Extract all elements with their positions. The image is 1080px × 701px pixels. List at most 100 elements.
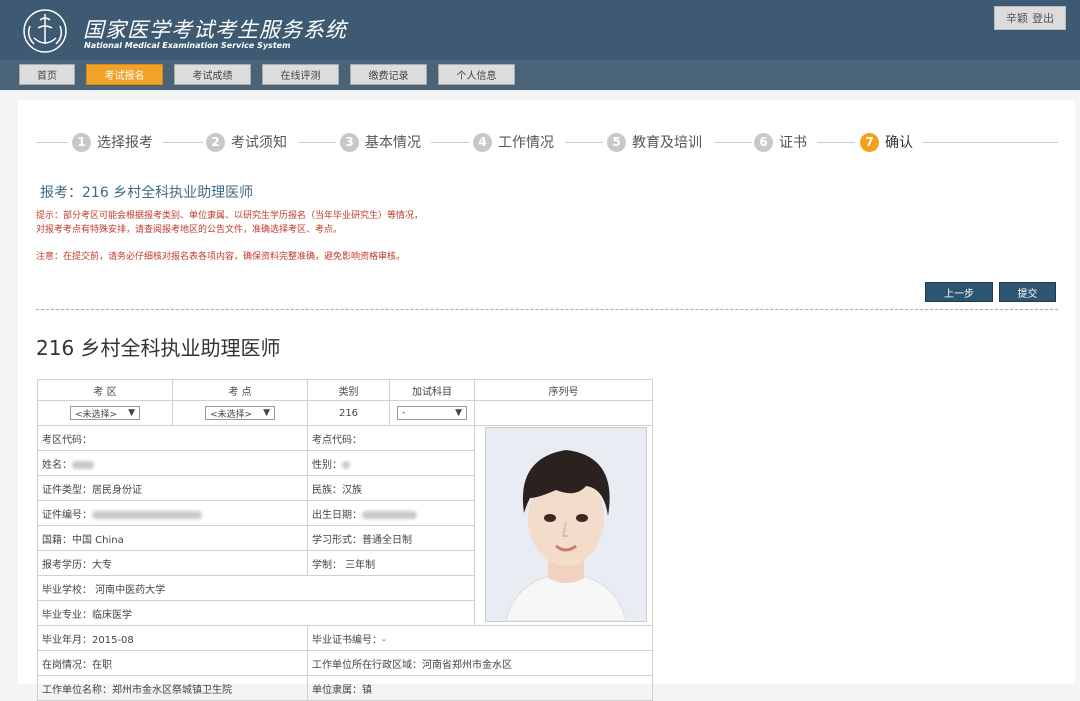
- name-field: 姓名：: [37, 450, 308, 476]
- extra-subject-value: -: [402, 408, 406, 418]
- birth-label: 出生日期：: [312, 509, 362, 521]
- id-type: 证件类型：居民身份证: [37, 475, 308, 501]
- exam-area-value: <未选择>: [75, 409, 118, 420]
- graduate-major: 毕业专业：临床医学: [37, 600, 475, 626]
- birth-field: 出生日期：: [307, 500, 475, 526]
- exam-heading: 报考：216 乡村全科执业助理医师: [40, 185, 254, 201]
- work-region: 工作单位所在行政区域：河南省郑州市金水区: [307, 650, 653, 676]
- applicant-photo: [485, 427, 647, 622]
- user-name: 辛颖: [1006, 12, 1028, 25]
- chevron-down-icon: ▼: [455, 408, 462, 418]
- exam-site-select[interactable]: <未选择> ▼: [205, 406, 275, 420]
- step-number: 1: [72, 132, 91, 152]
- id-number-field: 证件编号：: [37, 500, 308, 526]
- step-number: 5: [607, 132, 626, 152]
- step-connector: [714, 142, 752, 143]
- logo-icon: [23, 9, 67, 53]
- employer-name: 工作单位名称：郑州市金水区祭城镇卫生院: [37, 675, 308, 701]
- school-length: 学制： 三年制: [307, 550, 475, 576]
- nav-exam-scores[interactable]: 考试成绩: [174, 64, 251, 85]
- step-1: 1 选择报考: [72, 132, 153, 152]
- main-nav: 首页 考试报名 考试成绩 在线评测 缴费记录 个人信息: [0, 60, 1080, 90]
- tip-line-2: 对报考考点有特殊安排，请查阅报考地区的公告文件，准确选择考区、考点。: [36, 225, 343, 235]
- serial-number-value: [474, 400, 653, 426]
- step-connector: [922, 142, 1058, 143]
- portrait-image: [486, 428, 646, 621]
- step-connector: [565, 142, 603, 143]
- study-form: 学习形式：普通全日制: [307, 525, 475, 551]
- chevron-down-icon: ▼: [128, 408, 135, 418]
- step-connector: [163, 142, 203, 143]
- exam-area-select[interactable]: <未选择> ▼: [70, 406, 140, 420]
- redacted-gender: [342, 460, 350, 469]
- logout-label: 登出: [1032, 12, 1054, 25]
- exam-area-cell: <未选择> ▼: [37, 400, 173, 426]
- gender-label: 性别：: [312, 459, 342, 471]
- step-6: 6 证书: [754, 132, 807, 152]
- site-code: 考点代码：: [307, 425, 475, 451]
- step-label: 选择报考: [97, 135, 153, 151]
- nav-payment-records[interactable]: 缴费记录: [350, 64, 427, 85]
- step-connector: [36, 142, 68, 143]
- step-label: 证书: [779, 135, 807, 151]
- step-7: 7 确认: [860, 132, 913, 152]
- step-4: 4 工作情况: [473, 132, 554, 152]
- header-serial-number: 序列号: [474, 379, 653, 401]
- header-extra-subject: 加试科目: [389, 379, 475, 401]
- id-number-label: 证件编号：: [42, 509, 92, 521]
- graduation-date: 毕业年月：2015-08: [37, 625, 308, 651]
- area-code: 考区代码：: [37, 425, 308, 451]
- page-title: 216 乡村全科执业助理医师: [36, 336, 281, 360]
- site-subtitle: National Medical Examination Service Sys…: [84, 41, 291, 50]
- extra-subject-cell: - ▼: [389, 400, 475, 426]
- header-category: 类别: [307, 379, 390, 401]
- site-title: 国家医学考试考生服务系统: [83, 18, 347, 42]
- header-exam-site: 考 点: [172, 379, 308, 401]
- step-label: 确认: [885, 135, 913, 151]
- divider: [36, 309, 1058, 310]
- notice-line: 注意：在提交前，请务必仔细核对报名表各项内容，确保资料完整准确，避免影响资格审核…: [36, 252, 406, 262]
- step-connector: [817, 142, 855, 143]
- prev-button[interactable]: 上一步: [925, 282, 993, 302]
- nav-home[interactable]: 首页: [19, 64, 75, 85]
- employer-affiliation: 单位隶属：镇: [307, 675, 653, 701]
- category-value: 216: [307, 400, 390, 426]
- post-status: 在岗情况：在职: [37, 650, 308, 676]
- step-number: 7: [860, 132, 879, 152]
- step-connector: [298, 142, 336, 143]
- step-label: 教育及培训: [632, 135, 702, 151]
- extra-subject-select[interactable]: - ▼: [397, 406, 467, 420]
- education-level: 报考学历：大专: [37, 550, 308, 576]
- certificate-number: 毕业证书编号：-: [307, 625, 653, 651]
- step-3: 3 基本情况: [340, 132, 421, 152]
- step-number: 4: [473, 132, 492, 152]
- step-connector: [431, 142, 469, 143]
- header-exam-area: 考 区: [37, 379, 173, 401]
- redacted-id-number: [92, 510, 202, 519]
- logout-button[interactable]: 辛颖 登出: [994, 6, 1066, 30]
- nav-exam-registration[interactable]: 考试报名: [86, 64, 163, 85]
- chevron-down-icon: ▼: [263, 408, 270, 418]
- step-label: 考试须知: [231, 135, 287, 151]
- progress-steps: 1 选择报考 2 考试须知 3 基本情况 4 工作情况 5 教育及培训 6 证书 7 确认: [18, 130, 1075, 154]
- ethnicity: 民族：汉族: [307, 475, 475, 501]
- graduate-school: 毕业学校： 河南中医药大学: [37, 575, 475, 601]
- step-number: 6: [754, 132, 773, 152]
- redacted-name: [72, 460, 94, 469]
- submit-button[interactable]: 提交: [999, 282, 1056, 302]
- step-number: 3: [340, 132, 359, 152]
- exam-site-value: <未选择>: [210, 409, 253, 420]
- exam-site-cell: <未选择> ▼: [172, 400, 308, 426]
- redacted-birth: [362, 510, 417, 519]
- nav-online-assessment[interactable]: 在线评测: [262, 64, 339, 85]
- header-bar: 国家医学考试考生服务系统 National Medical Examinatio…: [0, 0, 1080, 60]
- step-number: 2: [206, 132, 225, 152]
- name-label: 姓名：: [42, 459, 72, 471]
- main-content: 1 选择报考 2 考试须知 3 基本情况 4 工作情况 5 教育及培训 6 证书 7 确认 报…: [18, 100, 1075, 701]
- nav-personal-info[interactable]: 个人信息: [438, 64, 515, 85]
- step-label: 工作情况: [498, 135, 554, 151]
- step-5: 5 教育及培训: [607, 132, 702, 152]
- step-2: 2 考试须知: [206, 132, 287, 152]
- step-label: 基本情况: [365, 135, 421, 151]
- tip-line-1: 提示：部分考区可能会根据报考类别、单位隶属、以研究生学历报名（当年毕业研究生）等…: [36, 211, 424, 221]
